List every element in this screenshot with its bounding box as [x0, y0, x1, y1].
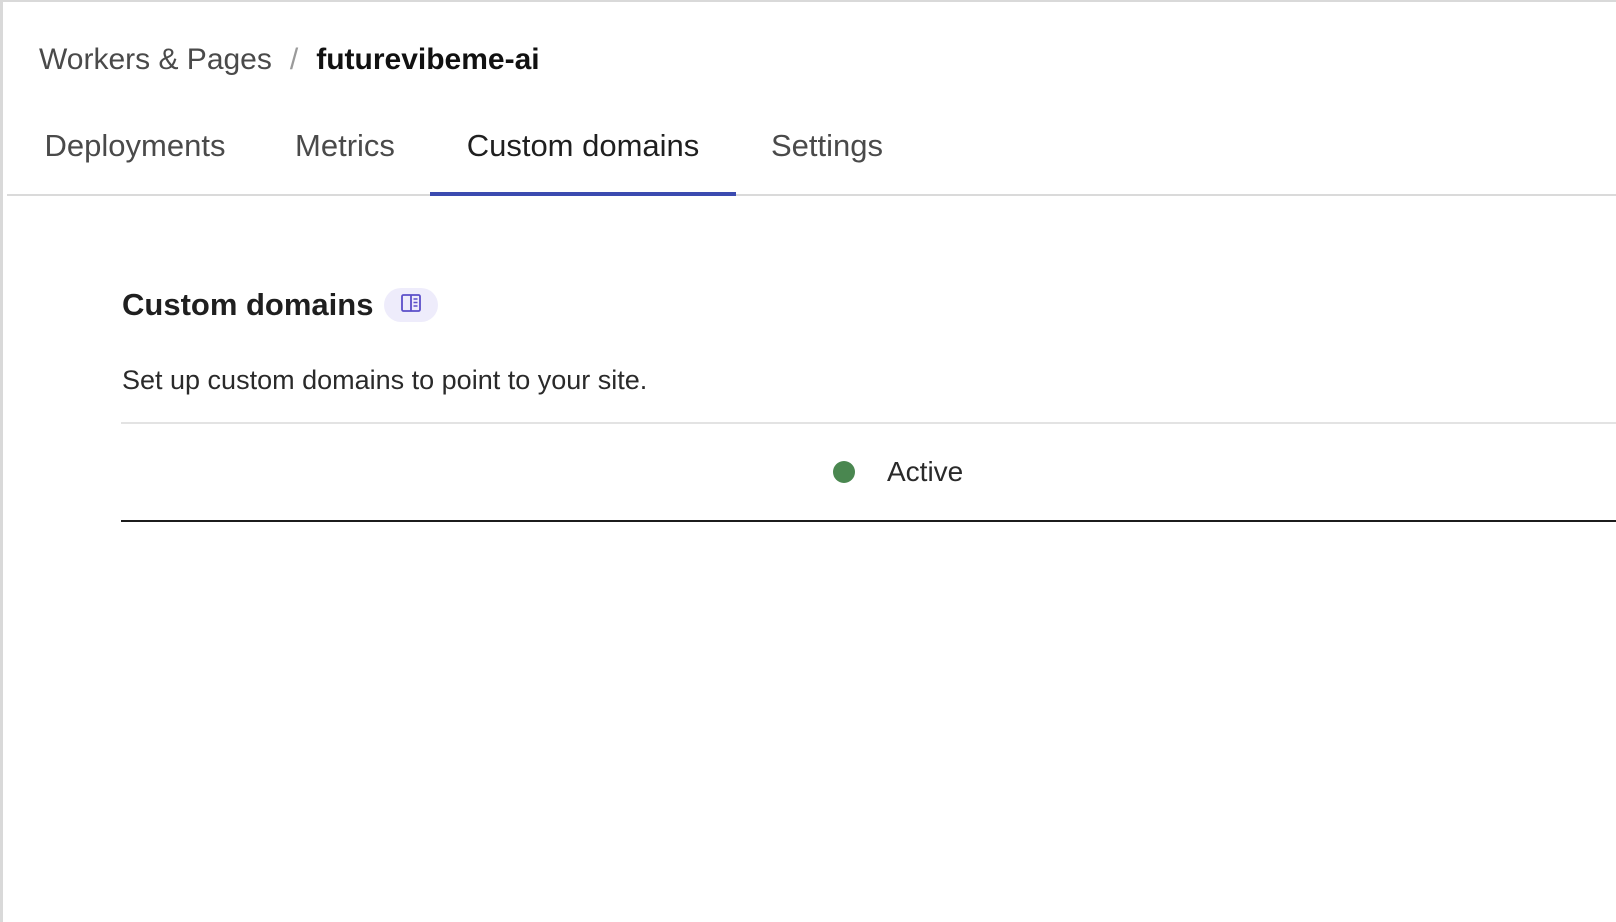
tab-metrics[interactable]: Metrics — [292, 102, 398, 194]
breadcrumb-separator: / — [289, 43, 299, 76]
section-title: Custom domains — [122, 287, 374, 322]
breadcrumb-workers-pages-link[interactable]: Workers & Pages — [39, 43, 272, 76]
table-row: Active — [121, 424, 1616, 522]
status-badge: Active — [833, 452, 963, 492]
tab-deployments[interactable]: Deployments — [40, 102, 230, 194]
breadcrumb-current-project: futurevibeme-ai — [316, 43, 540, 76]
status-label: Active — [887, 456, 964, 487]
docs-button[interactable] — [384, 288, 438, 322]
tab-custom-domains[interactable]: Custom domains — [430, 102, 736, 196]
book-icon — [400, 293, 422, 318]
tab-bar: Deployments Metrics Custom domains Setti… — [7, 102, 1616, 196]
section-description: Set up custom domains to point to your s… — [122, 365, 648, 395]
status-dot-icon — [833, 461, 855, 483]
breadcrumb: Workers & Pages / futurevibeme-ai — [39, 40, 540, 80]
tab-settings[interactable]: Settings — [768, 102, 886, 194]
page-frame: Workers & Pages / futurevibeme-ai Deployme… — [0, 0, 1616, 922]
